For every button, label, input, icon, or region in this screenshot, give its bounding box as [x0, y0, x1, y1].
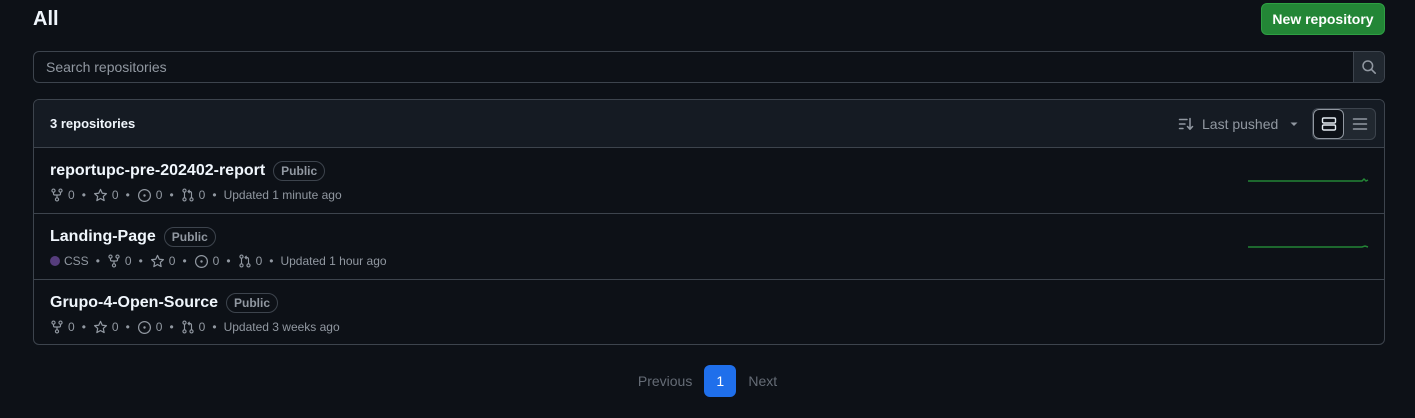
updated-time: Updated 1 minute ago — [223, 188, 342, 202]
fork-icon — [107, 254, 121, 268]
list-icon — [1352, 116, 1368, 132]
search-icon — [1361, 59, 1377, 75]
issues-value: 0 — [155, 188, 163, 202]
activity-sparkline — [1248, 170, 1370, 184]
forks-value: 0 — [124, 254, 132, 268]
visibility-badge: Public — [226, 293, 279, 313]
issues-count[interactable]: 0 — [137, 188, 163, 203]
issue-icon — [194, 254, 209, 269]
issue-icon — [137, 188, 152, 203]
sort-icon — [1178, 116, 1194, 132]
separator-dot: • — [212, 320, 217, 334]
new-repository-button[interactable]: New repository — [1261, 3, 1385, 35]
forks-value: 0 — [68, 188, 75, 202]
separator-dot: • — [212, 188, 217, 202]
updated-time: Updated 3 weeks ago — [223, 320, 340, 334]
pulls-value: 0 — [198, 188, 206, 202]
issues-value: 0 — [212, 254, 220, 268]
list-view-button[interactable] — [1344, 109, 1375, 139]
separator-dot: • — [226, 254, 231, 268]
star-icon — [93, 188, 108, 203]
activity-sparkline — [1248, 236, 1370, 250]
repository-list-header: 3 repositories Last pushed — [34, 100, 1384, 148]
fork-icon — [50, 188, 64, 202]
forks-count[interactable]: 0 — [50, 320, 75, 334]
separator-dot: • — [81, 188, 86, 202]
fork-icon — [50, 320, 64, 334]
view-toggle — [1312, 108, 1376, 140]
language: CSS — [50, 254, 89, 268]
page-title: All — [33, 8, 59, 30]
repository-name-link[interactable]: reportupc-pre-202402-report — [50, 162, 265, 180]
page-1-button[interactable]: 1 — [704, 365, 737, 397]
stars-count[interactable]: 0 — [93, 188, 119, 203]
card-view-button[interactable] — [1313, 109, 1345, 139]
stars-count[interactable]: 0 — [150, 254, 176, 269]
stars-count[interactable]: 0 — [93, 320, 119, 335]
forks-count[interactable]: 0 — [107, 254, 132, 268]
visibility-badge: Public — [163, 227, 216, 247]
language-label: CSS — [64, 254, 89, 268]
stars-value: 0 — [111, 188, 119, 202]
stars-value: 0 — [168, 254, 176, 268]
repository-meta: CSS • 0 • 0 • 0 • 0 • Updated 1 hour ago — [50, 252, 1368, 270]
pagination: Previous 1 Next — [0, 365, 1415, 397]
issues-count[interactable]: 0 — [194, 254, 220, 269]
sort-dropdown[interactable]: Last pushed — [1178, 112, 1302, 136]
repository-list: 3 repositories Last pushed reportupc-pre… — [33, 99, 1385, 345]
repository-meta: 0 • 0 • 0 • 0 • Updated 3 weeks ago — [50, 318, 1368, 336]
stars-value: 0 — [111, 320, 119, 334]
separator-dot: • — [125, 188, 130, 202]
separator-dot: • — [138, 254, 143, 268]
repository-row: Landing-Page Public CSS • 0 • 0 • 0 • 0 … — [34, 214, 1384, 280]
sort-label: Last pushed — [1202, 116, 1279, 132]
search-input[interactable] — [34, 52, 1353, 82]
star-icon — [93, 320, 108, 335]
pulls-count[interactable]: 0 — [181, 188, 206, 202]
visibility-badge: Public — [273, 161, 326, 181]
separator-dot: • — [269, 254, 274, 268]
search-button[interactable] — [1353, 52, 1384, 82]
separator-dot: • — [125, 320, 130, 334]
repository-row: reportupc-pre-202402-report Public 0 • 0… — [34, 148, 1384, 214]
previous-page-button[interactable]: Previous — [638, 373, 692, 389]
separator-dot: • — [169, 320, 174, 334]
pull-request-icon — [181, 188, 195, 202]
pulls-value: 0 — [198, 320, 206, 334]
rows-icon — [1321, 116, 1337, 132]
language-color-dot — [50, 256, 60, 266]
star-icon — [150, 254, 165, 269]
issues-count[interactable]: 0 — [137, 320, 163, 335]
issues-value: 0 — [155, 320, 163, 334]
updated-time: Updated 1 hour ago — [280, 254, 387, 268]
search-bar — [33, 51, 1385, 83]
separator-dot: • — [81, 320, 86, 334]
pull-request-icon — [238, 254, 252, 268]
pull-request-icon — [181, 320, 195, 334]
forks-value: 0 — [68, 320, 75, 334]
pulls-value: 0 — [255, 254, 263, 268]
next-page-button[interactable]: Next — [748, 373, 777, 389]
pulls-count[interactable]: 0 — [238, 254, 263, 268]
repository-name-link[interactable]: Landing-Page — [50, 228, 156, 246]
separator-dot: • — [169, 188, 174, 202]
issue-icon — [137, 320, 152, 335]
caret-down-icon — [1286, 116, 1302, 132]
repository-count: 3 repositories — [50, 116, 136, 131]
separator-dot: • — [182, 254, 187, 268]
separator-dot: • — [95, 254, 100, 268]
pulls-count[interactable]: 0 — [181, 320, 206, 334]
repository-meta: 0 • 0 • 0 • 0 • Updated 1 minute ago — [50, 186, 1368, 204]
forks-count[interactable]: 0 — [50, 188, 75, 202]
repository-row: Grupo-4-Open-Source Public 0 • 0 • 0 • 0 — [34, 280, 1384, 344]
repository-name-link[interactable]: Grupo-4-Open-Source — [50, 294, 218, 312]
